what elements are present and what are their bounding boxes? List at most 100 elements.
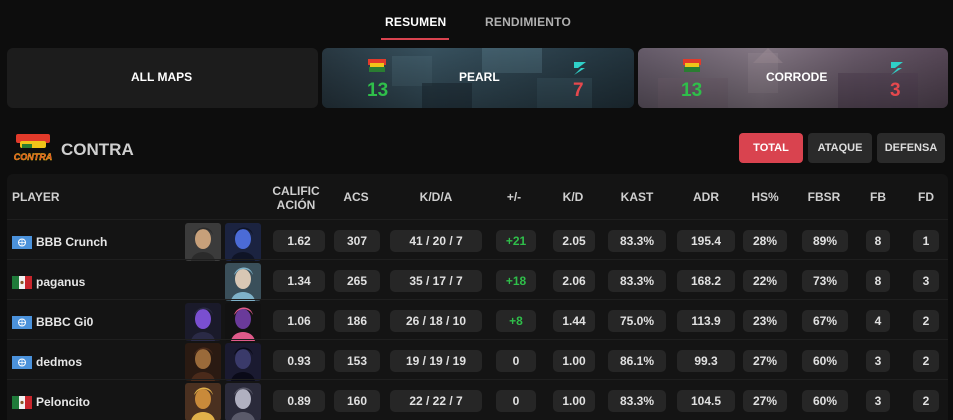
col-fb[interactable]: FB bbox=[866, 190, 890, 204]
contra-mini-logo bbox=[683, 59, 701, 72]
map-card-all[interactable]: ALL MAPS bbox=[7, 48, 318, 108]
stat-kda: 35 / 17 / 7 bbox=[390, 270, 482, 292]
map-card-corrode[interactable]: 13 CORRODE 3 bbox=[638, 48, 948, 108]
stat-acs: 153 bbox=[334, 350, 380, 372]
stat-pm: 0 bbox=[496, 390, 536, 412]
stat-fbsr: 60% bbox=[802, 350, 848, 372]
corrode-score-right: 3 bbox=[890, 80, 901, 101]
tab-rendimiento[interactable]: RENDIMIENTO bbox=[485, 15, 571, 29]
tab-resumen[interactable]: RESUMEN bbox=[385, 15, 446, 29]
filter-defensa-button[interactable]: DEFENSA bbox=[877, 133, 945, 163]
stat-adr: 99.3 bbox=[677, 350, 735, 372]
pearl-map-name: PEARL bbox=[459, 70, 500, 84]
player-name[interactable]: dedmos bbox=[36, 355, 82, 369]
pearl-score-right: 7 bbox=[573, 80, 584, 101]
col-plus-minus[interactable]: +/- bbox=[499, 190, 529, 204]
stat-rating: 1.06 bbox=[273, 310, 325, 332]
stat-hs: 23% bbox=[743, 310, 787, 332]
col-player[interactable]: PLAYER bbox=[12, 190, 60, 204]
stat-rating: 1.34 bbox=[273, 270, 325, 292]
stat-acs: 265 bbox=[334, 270, 380, 292]
stat-hs: 27% bbox=[743, 390, 787, 412]
map-card-pearl[interactable]: 13 PEARL 7 bbox=[322, 48, 634, 108]
table-row[interactable]: BBB Crunch 1.62 307 41 / 20 / 7 +21 2.05 83.3%… bbox=[7, 219, 948, 261]
table-row[interactable]: BBBC Gi0 1.06 186 26 / 18 / 10 +8 1.44 75.0% 11… bbox=[7, 299, 948, 341]
col-fd[interactable]: FD bbox=[914, 190, 938, 204]
opponent-z-logo bbox=[891, 62, 903, 75]
stat-fb: 3 bbox=[866, 390, 890, 412]
stat-acs: 307 bbox=[334, 230, 380, 252]
col-kd[interactable]: K/D bbox=[555, 190, 591, 204]
un-flag-icon bbox=[12, 236, 32, 249]
agent-portrait-icon bbox=[225, 263, 261, 301]
stat-fd: 2 bbox=[913, 350, 939, 372]
stat-fb: 8 bbox=[866, 270, 890, 292]
agent-portrait-icon bbox=[225, 383, 261, 420]
stat-kast: 86.1% bbox=[608, 350, 666, 372]
corrode-map-name: CORRODE bbox=[766, 70, 828, 84]
map-selector: ALL MAPS 13 PEARL 7 13 CORRODE 3 bbox=[0, 48, 953, 108]
stat-adr: 195.4 bbox=[677, 230, 735, 252]
un-flag-icon bbox=[12, 356, 32, 369]
stat-rating: 0.89 bbox=[273, 390, 325, 412]
stat-fb: 3 bbox=[866, 350, 890, 372]
stat-fb: 4 bbox=[866, 310, 890, 332]
player-stats-table: PLAYER CALIFIC ACIÓN ACS K/D/A +/- K/D K… bbox=[7, 174, 948, 420]
agent-portrait-icon bbox=[225, 303, 261, 341]
opponent-z-logo bbox=[574, 62, 586, 75]
team-logo-text: CONTRA bbox=[14, 152, 53, 162]
stat-kast: 83.3% bbox=[608, 270, 666, 292]
stat-fd: 3 bbox=[913, 270, 939, 292]
table-row[interactable]: Peloncito 0.89 160 22 / 22 / 7 0 1.00 83.3% 104… bbox=[7, 379, 948, 420]
col-hs[interactable]: HS% bbox=[747, 190, 783, 204]
un-flag-icon bbox=[12, 316, 32, 329]
player-name[interactable]: paganus bbox=[36, 275, 85, 289]
contra-mini-logo bbox=[368, 59, 386, 72]
team-header: CONTRA CONTRA TOTAL ATAQUE DEFENSA bbox=[0, 122, 953, 172]
player-name[interactable]: BBB Crunch bbox=[36, 235, 107, 249]
stat-pm: +21 bbox=[496, 230, 536, 252]
stat-pm: +8 bbox=[496, 310, 536, 332]
stat-acs: 160 bbox=[334, 390, 380, 412]
filter-ataque-button[interactable]: ATAQUE bbox=[808, 133, 872, 163]
stat-pm: 0 bbox=[496, 350, 536, 372]
stat-fb: 8 bbox=[866, 230, 890, 252]
stat-kda: 19 / 19 / 19 bbox=[390, 350, 482, 372]
contra-team-logo: CONTRA bbox=[14, 134, 53, 162]
stat-fd: 1 bbox=[913, 230, 939, 252]
stat-rating: 1.62 bbox=[273, 230, 325, 252]
stat-pm: +18 bbox=[496, 270, 536, 292]
stat-kd: 1.00 bbox=[553, 350, 595, 372]
table-row[interactable]: paganus 1.34 265 35 / 17 / 7 +18 2.06 83.3% 168… bbox=[7, 259, 948, 301]
pearl-score-left: 13 bbox=[367, 80, 389, 101]
filter-total-button[interactable]: TOTAL bbox=[739, 133, 803, 163]
player-name[interactable]: BBBC Gi0 bbox=[36, 315, 93, 329]
stat-fd: 2 bbox=[913, 390, 939, 412]
stat-acs: 186 bbox=[334, 310, 380, 332]
stat-kd: 1.00 bbox=[553, 390, 595, 412]
col-acs[interactable]: ACS bbox=[336, 190, 376, 204]
mexico-flag-icon bbox=[12, 396, 32, 409]
stat-kast: 83.3% bbox=[608, 390, 666, 412]
col-kast[interactable]: KAST bbox=[615, 190, 659, 204]
stat-fbsr: 60% bbox=[802, 390, 848, 412]
stat-hs: 22% bbox=[743, 270, 787, 292]
agent-portrait-icon bbox=[225, 223, 261, 261]
col-adr[interactable]: ADR bbox=[686, 190, 726, 204]
stat-fbsr: 73% bbox=[802, 270, 848, 292]
agent-portrait-icon bbox=[185, 383, 221, 420]
agent-portrait-icon bbox=[185, 303, 221, 341]
col-fbsr[interactable]: FBSR bbox=[804, 190, 844, 204]
player-name[interactable]: Peloncito bbox=[36, 395, 90, 409]
col-kda[interactable]: K/D/A bbox=[401, 190, 471, 204]
table-row[interactable]: dedmos 0.93 153 19 / 19 / 19 0 1.00 86.1% 99.3 2… bbox=[7, 339, 948, 381]
agent-portrait-icon bbox=[225, 343, 261, 381]
stat-fbsr: 67% bbox=[802, 310, 848, 332]
stat-kd: 1.44 bbox=[553, 310, 595, 332]
col-rating[interactable]: CALIFIC ACIÓN bbox=[269, 184, 323, 212]
stat-kd: 2.06 bbox=[553, 270, 595, 292]
agent-portrait-icon bbox=[185, 343, 221, 381]
tab-bar: RESUMEN RENDIMIENTO bbox=[0, 0, 953, 42]
col-rating-line2: ACIÓN bbox=[276, 198, 316, 212]
corrode-score-left: 13 bbox=[681, 80, 703, 101]
